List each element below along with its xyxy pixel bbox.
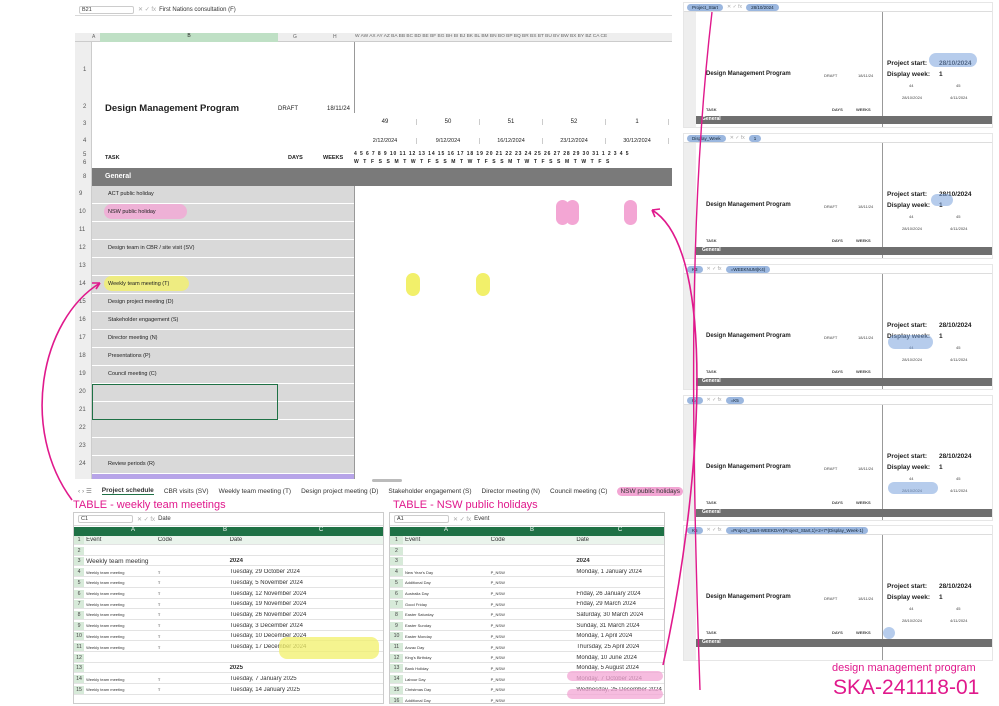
task-label: Design team in CBR / site visit (SV): [108, 245, 195, 251]
task-label: Review periods (R): [108, 461, 155, 467]
task-label: NSW public holiday: [108, 209, 156, 215]
arrow-nsw: [651, 209, 698, 666]
task-label: Stakeholder engagement (S): [108, 317, 179, 323]
task-label: Director meeting (N): [108, 335, 158, 341]
task-label: Presentations (P): [108, 353, 151, 359]
arrow-weekly: [41, 282, 101, 501]
task-label: Council meeting (C): [108, 371, 157, 377]
task-label: Weekly team meeting (T): [108, 281, 170, 287]
task-label: Design project meeting (D): [108, 299, 174, 305]
task-label: ACT public holiday: [108, 191, 154, 197]
